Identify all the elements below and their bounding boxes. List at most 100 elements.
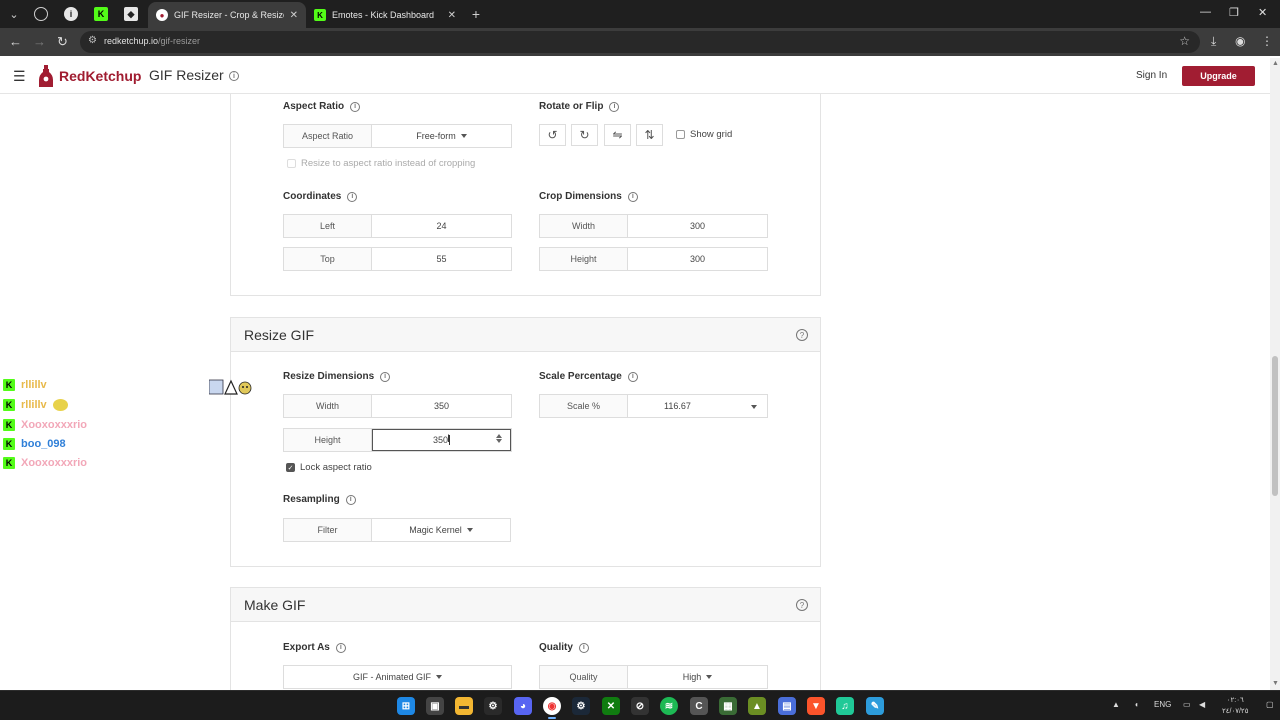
resize-width-input[interactable]: 350 — [372, 395, 511, 417]
sign-in-link[interactable]: Sign In — [1136, 70, 1167, 81]
checkbox-box[interactable] — [287, 159, 296, 168]
steam-icon[interactable]: ⚙ — [572, 697, 590, 715]
close-tab-icon[interactable]: ✕ — [290, 10, 298, 21]
crop-width-field[interactable]: Width 300 — [539, 214, 768, 238]
top-coordinate-field[interactable]: Top 55 — [283, 247, 512, 271]
xbox-icon[interactable]: ✕ — [602, 697, 620, 715]
pinned-tab-extension-icon[interactable]: ◆ — [124, 7, 138, 21]
resampling-filter-value[interactable]: Magic Kernel — [372, 519, 510, 541]
menu-kebab-icon[interactable]: ⋮ — [1261, 34, 1273, 48]
hamburger-menu-icon[interactable]: ☰ — [13, 68, 26, 85]
keyboard-language[interactable]: ENG — [1154, 700, 1171, 709]
store-icon[interactable]: ▣ — [426, 697, 444, 715]
scroll-up-arrow-icon[interactable]: ▲ — [1272, 60, 1279, 67]
info-icon[interactable]: i — [345, 494, 356, 505]
ketchup-bottle-logo-icon[interactable] — [39, 65, 53, 87]
info-icon[interactable]: i — [350, 101, 361, 112]
microphone-icon[interactable]: ◖ — [1134, 700, 1139, 709]
checkbox-box[interactable] — [676, 130, 685, 139]
system-clock[interactable]: ٠٢:٠٦ ٢٤/٠٧/٢٥ — [1222, 695, 1248, 717]
new-tab-plus-icon[interactable]: + — [467, 5, 485, 23]
top-coordinate-input[interactable]: 55 — [372, 248, 511, 270]
tab-kick-emotes[interactable]: K Emotes - Kick Dashboard ✕ — [306, 2, 464, 28]
scrollbar-thumb[interactable] — [1272, 356, 1278, 496]
pinned-tab-globe-icon[interactable] — [34, 7, 48, 21]
address-url[interactable]: redketchup.io/gif-resizer — [104, 36, 200, 46]
number-spinner[interactable] — [496, 434, 502, 443]
site-info-icon[interactable]: ⚙ — [88, 35, 97, 46]
checkbox-box[interactable]: ✓ — [286, 463, 295, 472]
rotate-left-button[interactable]: ↺ — [539, 124, 566, 146]
bookmark-star-icon[interactable]: ☆ — [1179, 34, 1190, 48]
resize-height-field[interactable]: Height 350 I — [283, 428, 512, 452]
close-tab-icon[interactable]: ✕ — [448, 10, 456, 21]
teams-icon[interactable]: ▤ — [778, 697, 796, 715]
start-windows-icon[interactable]: ⊞ — [397, 697, 415, 715]
export-format-select[interactable]: GIF - Animated GIF — [283, 665, 512, 689]
profile-icon[interactable]: ◉ — [1235, 34, 1245, 48]
aspect-ratio-select[interactable]: Aspect Ratio Free-form — [283, 124, 512, 148]
pinned-tab-info-icon[interactable]: i — [64, 7, 78, 21]
resize-height-input[interactable]: 350 I — [372, 429, 511, 451]
nvidia-icon[interactable]: ▲ — [748, 697, 766, 715]
scale-percent-select[interactable]: Scale % 116.67 — [539, 394, 768, 418]
discord-icon[interactable]: ◕ — [514, 697, 532, 715]
close-window-icon[interactable]: ✕ — [1258, 6, 1267, 19]
crop-width-input[interactable]: 300 — [628, 215, 767, 237]
brave-icon[interactable]: ▼ — [807, 697, 825, 715]
tray-overflow-icon[interactable]: ▲ — [1112, 700, 1120, 709]
network-icon[interactable]: ▭ — [1183, 700, 1191, 709]
info-icon[interactable]: i — [578, 642, 589, 653]
info-icon[interactable]: i — [335, 642, 346, 653]
quality-select[interactable]: Quality High — [539, 665, 768, 689]
back-arrow-icon[interactable]: ← — [9, 34, 22, 50]
file-explorer-icon[interactable]: ▬ — [455, 697, 473, 715]
info-icon[interactable]: i — [627, 191, 638, 202]
flip-vertical-button[interactable]: ⇅ — [636, 124, 663, 146]
aspect-ratio-value[interactable]: Free-form — [372, 125, 511, 147]
export-format-value[interactable]: GIF - Animated GIF — [284, 666, 511, 688]
chrome-icon[interactable]: ◉ — [543, 697, 561, 715]
spotify-icon[interactable]: ≋ — [660, 697, 678, 715]
rotate-right-button[interactable]: ↻ — [571, 124, 598, 146]
info-icon[interactable]: i — [609, 101, 620, 112]
info-icon[interactable]: i — [380, 371, 391, 382]
resize-to-aspect-checkbox[interactable]: Resize to aspect ratio instead of croppi… — [287, 158, 475, 169]
crop-height-field[interactable]: Height 300 — [539, 247, 768, 271]
tab-search-icon[interactable]: ⌄ — [5, 5, 23, 23]
download-icon[interactable]: ⤓ — [1211, 34, 1216, 49]
tab-gif-resizer[interactable]: ● GIF Resizer - Crop & Resize Ani... ✕ — [148, 2, 306, 28]
show-grid-checkbox[interactable]: Show grid — [676, 129, 732, 140]
reload-icon[interactable]: ↻ — [57, 34, 68, 50]
info-icon[interactable]: i — [347, 191, 358, 202]
page-scrollbar[interactable]: ▲ ▼ — [1270, 58, 1280, 690]
restore-icon[interactable]: ❐ — [1229, 6, 1239, 19]
quality-value[interactable]: High — [628, 666, 767, 688]
brand-name[interactable]: RedKetchup — [59, 68, 141, 84]
scale-percent-value[interactable]: 116.67 — [628, 395, 767, 417]
flip-horizontal-button[interactable]: ⇋ — [604, 124, 631, 146]
left-coordinate-input[interactable]: 24 — [372, 215, 511, 237]
audio-app-icon[interactable]: ♫ — [836, 697, 854, 715]
left-coordinate-field[interactable]: Left 24 — [283, 214, 512, 238]
spin-up-icon[interactable] — [496, 434, 502, 438]
volume-icon[interactable]: ◀ — [1199, 700, 1205, 709]
info-icon[interactable]: i — [627, 371, 638, 382]
resize-width-field[interactable]: Width 350 — [283, 394, 512, 418]
info-icon[interactable]: i — [229, 71, 239, 81]
settings-gear-icon[interactable]: ⚙ — [484, 697, 502, 715]
vpn-icon[interactable]: ⊘ — [631, 697, 649, 715]
notification-icon[interactable]: ▢ — [1266, 700, 1274, 709]
lock-aspect-ratio-checkbox[interactable]: ✓ Lock aspect ratio — [286, 462, 372, 473]
upgrade-button[interactable]: Upgrade — [1182, 66, 1255, 86]
minecraft-icon[interactable]: ▦ — [719, 697, 737, 715]
spin-down-icon[interactable] — [496, 439, 502, 443]
crop-height-input[interactable]: 300 — [628, 248, 767, 270]
resampling-filter-select[interactable]: Filter Magic Kernel — [283, 518, 511, 542]
help-icon[interactable]: ? — [796, 599, 808, 611]
minimize-icon[interactable]: — — [1200, 6, 1211, 18]
address-bar[interactable]: ⚙ redketchup.io/gif-resizer ☆ — [80, 31, 1200, 53]
forward-arrow-icon[interactable]: → — [33, 34, 46, 50]
help-icon[interactable]: ? — [796, 329, 808, 341]
ccleaner-icon[interactable]: C — [690, 697, 708, 715]
